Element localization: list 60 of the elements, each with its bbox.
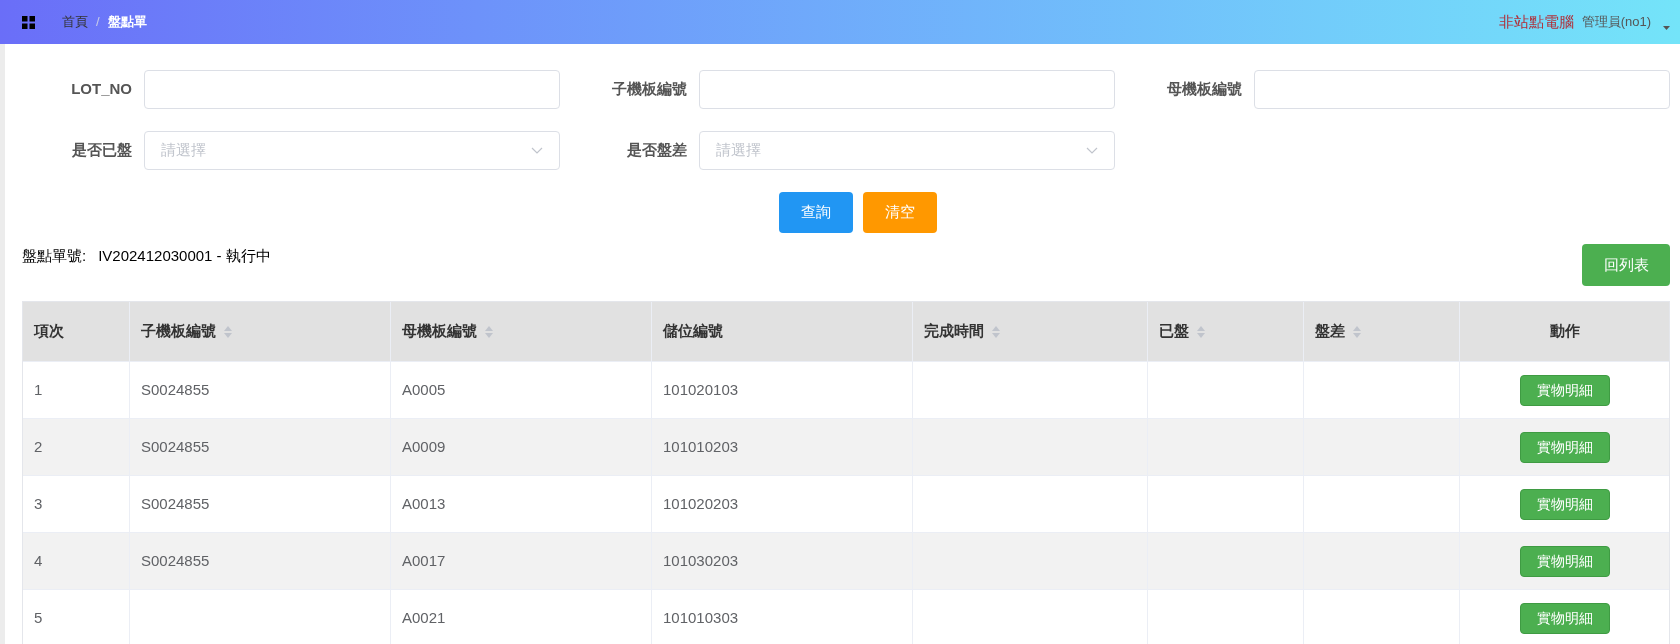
column-header[interactable]: 母機板編號 [402, 320, 493, 343]
field-label: 是否已盤 [71, 140, 133, 161]
table-cell-text: 3 [34, 493, 43, 514]
action-button[interactable]: 清空 [863, 192, 937, 233]
table-cell-text: 101010303 [663, 607, 739, 628]
detail-button[interactable]: 實物明細 [1519, 431, 1610, 463]
select-field[interactable]: 請選擇 [699, 131, 1115, 170]
column-header: 動作 [1549, 321, 1580, 342]
table-cell-text: S0024855 [141, 493, 210, 514]
column-header: 項次 [34, 321, 64, 342]
column-header: 儲位編號 [663, 321, 723, 342]
sort-icon[interactable] [1197, 325, 1205, 338]
back-to-list-button[interactable]: 回列表 [1582, 244, 1670, 286]
breadcrumb-link[interactable]: 盤點單 [107, 12, 147, 32]
grid-icon[interactable] [22, 15, 35, 29]
table-cell-text: 1 [34, 379, 43, 400]
table-cell-text: 101010203 [663, 436, 739, 457]
table-cell-text: 2 [34, 436, 43, 457]
table-cell-text: 101020203 [663, 493, 739, 514]
chevron-down-icon [1086, 146, 1098, 155]
table-cell-text: A0017 [402, 550, 446, 571]
breadcrumb-separator: / [96, 13, 100, 32]
caret-down-icon[interactable] [1663, 26, 1670, 30]
station-label: 非站點電腦 [1498, 11, 1574, 32]
column-header[interactable]: 完成時間 [924, 320, 1000, 343]
table-cell-text: A0009 [402, 436, 446, 457]
chevron-down-icon [531, 146, 543, 155]
table-cell-text: S0024855 [141, 379, 210, 400]
field-label: 母機板編號 [1166, 79, 1243, 100]
sort-icon[interactable] [992, 325, 1000, 338]
user-menu[interactable]: 管理員(no1) [1581, 12, 1651, 32]
action-button[interactable]: 查詢 [779, 192, 853, 233]
field-label: 子機板編號 [611, 79, 688, 100]
table-cell-text: 101020103 [663, 379, 739, 400]
table-cell-text: 5 [34, 607, 43, 628]
table-cell-text: S0024855 [141, 436, 210, 457]
detail-button[interactable]: 實物明細 [1519, 488, 1610, 520]
sort-icon[interactable] [224, 325, 232, 338]
table-cell-text: S0024855 [141, 550, 210, 571]
column-header[interactable]: 子機板編號 [141, 320, 232, 343]
field-label: 是否盤差 [626, 140, 688, 161]
table-cell-text: 101030203 [663, 550, 739, 571]
field-label: LOT_NO [70, 79, 133, 100]
detail-button[interactable]: 實物明細 [1519, 602, 1610, 634]
table-cell-text: A0005 [402, 379, 446, 400]
detail-button[interactable]: 實物明細 [1519, 374, 1610, 406]
sort-icon[interactable] [485, 325, 493, 338]
table-cell-text: A0013 [402, 493, 446, 514]
input-field[interactable] [1254, 70, 1670, 109]
breadcrumb-link[interactable]: 首頁 [62, 12, 88, 32]
input-field[interactable] [144, 70, 560, 109]
sort-icon[interactable] [1353, 325, 1361, 338]
order-number: 盤點單號: IV202412030001 - 執行中 [22, 246, 271, 266]
select-field[interactable]: 請選擇 [144, 131, 560, 170]
column-header[interactable]: 盤差 [1315, 320, 1361, 343]
detail-button[interactable]: 實物明細 [1519, 545, 1610, 577]
table-cell-text: 4 [34, 550, 43, 571]
input-field[interactable] [699, 70, 1115, 109]
table-cell-text: A0021 [402, 607, 446, 628]
column-header[interactable]: 已盤 [1159, 320, 1205, 343]
